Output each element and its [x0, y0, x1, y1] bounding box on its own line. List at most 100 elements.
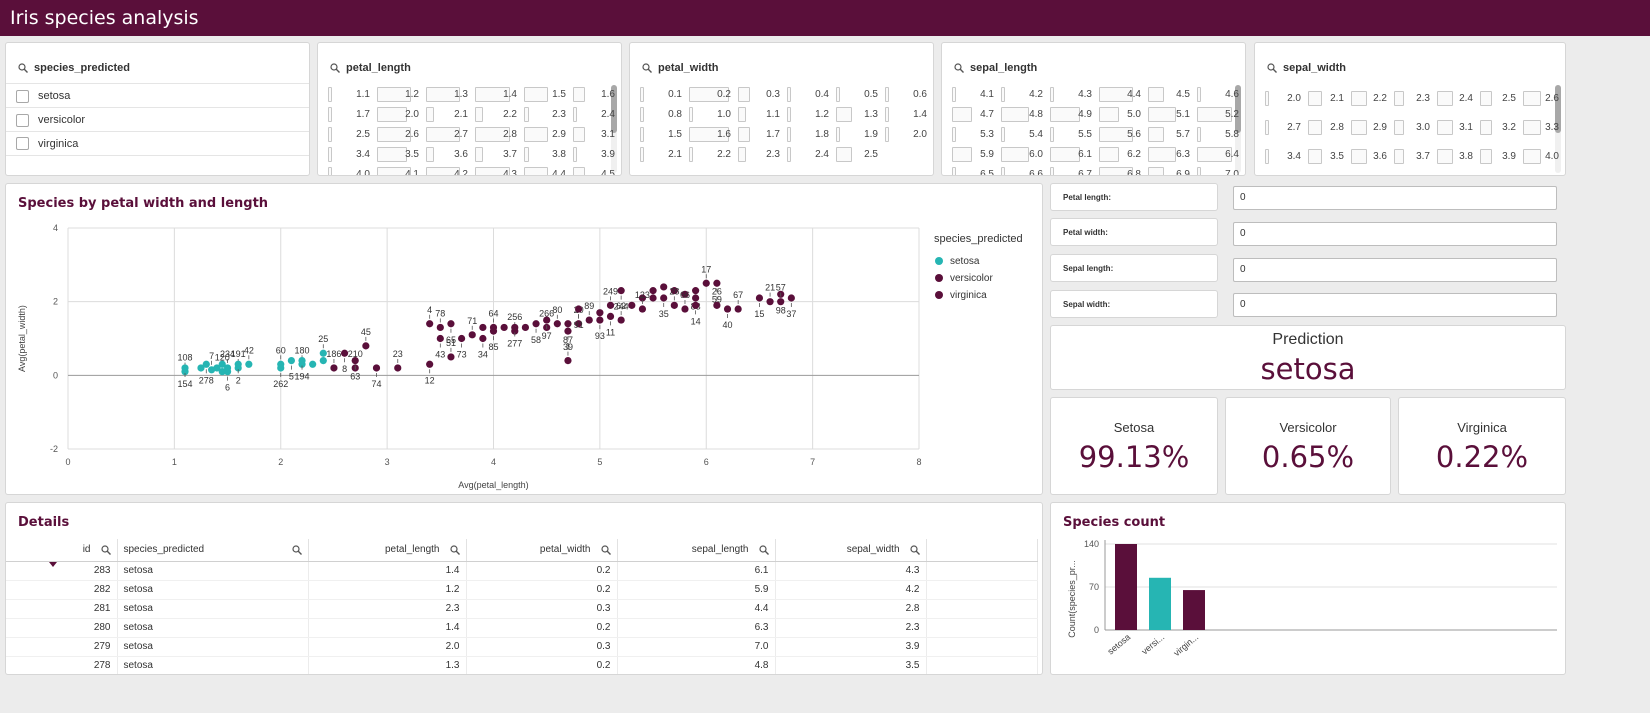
filter-value-cell[interactable]: 2.0: [885, 126, 930, 143]
filter-value-cell[interactable]: 2.1: [640, 146, 685, 163]
filter-value-cell[interactable]: 4.3: [1050, 86, 1095, 103]
filter-value-cell[interactable]: 2.0: [1265, 90, 1304, 107]
filter-value-cell[interactable]: 4.5: [1148, 86, 1193, 103]
filter-header[interactable]: sepal_length: [954, 59, 1037, 77]
filter-value-cell[interactable]: 1.8: [787, 126, 832, 143]
filter-value-cell[interactable]: 5.7: [1148, 126, 1193, 143]
filter-value-cell[interactable]: 2.6: [1523, 90, 1562, 107]
species-count-chart[interactable]: 0 70 140 Count(species_pr...setosa versi... v…: [1051, 503, 1565, 674]
filter-value-cell[interactable]: 3.7: [475, 146, 520, 163]
species-option-virginica[interactable]: virginica: [6, 131, 309, 156]
search-icon[interactable]: [909, 545, 920, 555]
filter-value-cell[interactable]: 4.4: [524, 166, 569, 175]
filter-value-cell[interactable]: 0.5: [836, 86, 881, 103]
sort-descending-icon[interactable]: [49, 562, 57, 568]
species-option-versicolor[interactable]: versicolor: [6, 107, 309, 132]
filter-value-cell[interactable]: 1.4: [475, 86, 520, 103]
filter-value-cell[interactable]: 2.6: [377, 126, 422, 143]
filter-value-cell[interactable]: 3.1: [1437, 119, 1476, 136]
filter-header[interactable]: species_predicted: [18, 59, 130, 77]
filter-value-cell[interactable]: 1.1: [738, 106, 783, 123]
filter-value-cell[interactable]: 5.9: [952, 146, 997, 163]
filter-value-cell[interactable]: 3.1: [573, 126, 618, 143]
checkbox[interactable]: [16, 113, 29, 127]
filter-value-cell[interactable]: 5.4: [1001, 126, 1046, 143]
filter-value-cell[interactable]: 6.8: [1099, 166, 1144, 175]
filter-value-cell[interactable]: 4.2: [1001, 86, 1046, 103]
filter-value-cell[interactable]: 2.2: [1351, 90, 1390, 107]
filter-value-cell[interactable]: 1.6: [689, 126, 734, 143]
filter-value-cell[interactable]: 4.9: [1050, 106, 1095, 123]
filter-value-cell[interactable]: 6.9: [1148, 166, 1193, 175]
filter-value-cell[interactable]: 4.1: [952, 86, 997, 103]
filter-value-cell[interactable]: 0.1: [640, 86, 685, 103]
filter-value-cell[interactable]: 3.6: [426, 146, 471, 163]
column-header-species[interactable]: species_predicted: [117, 539, 309, 562]
filter-value-cell[interactable]: 2.1: [426, 106, 471, 123]
filter-value-cell[interactable]: 3.8: [524, 146, 569, 163]
filter-value-cell[interactable]: 3.7: [1394, 148, 1433, 165]
filter-value-cell[interactable]: 2.4: [787, 146, 832, 163]
petal-width-input[interactable]: 0: [1233, 222, 1557, 246]
table-row[interactable]: 278 setosa 1.3 0.2 4.8 3.5: [6, 656, 1038, 674]
filter-value-cell[interactable]: 2.2: [689, 146, 734, 163]
filter-value-cell[interactable]: 2.5: [1480, 90, 1519, 107]
filter-value-cell[interactable]: 2.3: [524, 106, 569, 123]
filter-value-cell[interactable]: 5.6: [1099, 126, 1144, 143]
filter-value-cell[interactable]: 2.3: [1394, 90, 1433, 107]
filter-value-cell[interactable]: 2.7: [426, 126, 471, 143]
filter-value-cell[interactable]: 4.0: [328, 166, 373, 175]
species-option-setosa[interactable]: setosa: [6, 83, 309, 108]
filter-value-cell[interactable]: 2.8: [1308, 119, 1347, 136]
filter-value-cell[interactable]: 6.4: [1197, 146, 1242, 163]
table-row[interactable]: 281 setosa 2.3 0.3 4.4 2.8: [6, 599, 1038, 619]
table-row[interactable]: 280 setosa 1.4 0.2 6.3 2.3: [6, 618, 1038, 638]
table-row[interactable]: 283 setosa 1.4 0.2 6.1 4.3: [6, 561, 1038, 581]
column-header-petal-width[interactable]: petal_width: [466, 539, 618, 562]
filter-value-cell[interactable]: 4.3: [475, 166, 520, 175]
filter-value-cell[interactable]: 3.5: [1308, 148, 1347, 165]
filter-value-cell[interactable]: 4.1: [377, 166, 422, 175]
filter-value-cell[interactable]: 3.4: [1265, 148, 1304, 165]
filter-value-cell[interactable]: 6.1: [1050, 146, 1095, 163]
filter-header[interactable]: petal_width: [642, 59, 719, 77]
filter-value-cell[interactable]: 5.3: [952, 126, 997, 143]
filter-value-cell[interactable]: 4.8: [1001, 106, 1046, 123]
filter-value-cell[interactable]: 2.5: [836, 146, 881, 163]
column-header-id[interactable]: id: [6, 539, 118, 562]
column-header-sepal-length[interactable]: sepal_length: [617, 539, 776, 562]
filter-value-cell[interactable]: 5.5: [1050, 126, 1095, 143]
search-icon[interactable]: [449, 545, 460, 555]
filter-value-cell[interactable]: 0.3: [738, 86, 783, 103]
filter-value-cell[interactable]: 6.6: [1001, 166, 1046, 175]
filter-value-cell[interactable]: 1.7: [328, 106, 373, 123]
filter-value-cell[interactable]: 3.6: [1351, 148, 1390, 165]
filter-value-cell[interactable]: 6.0: [1001, 146, 1046, 163]
filter-value-cell[interactable]: 1.7: [738, 126, 783, 143]
filter-value-cell[interactable]: 6.5: [952, 166, 997, 175]
filter-value-cell[interactable]: 2.1: [1308, 90, 1347, 107]
filter-value-cell[interactable]: 0.4: [787, 86, 832, 103]
scatter-chart[interactable]: 0 1 2 3 4 5 6 7 8-2024Avg(petal_length)Avg(petal…: [6, 184, 1042, 494]
filter-value-cell[interactable]: 1.3: [426, 86, 471, 103]
filter-value-cell[interactable]: 3.3: [1523, 119, 1562, 136]
sepal-length-input[interactable]: 0: [1233, 258, 1557, 282]
filter-value-cell[interactable]: 5.8: [1197, 126, 1242, 143]
filter-value-cell[interactable]: 1.5: [524, 86, 569, 103]
checkbox[interactable]: [16, 137, 29, 150]
filter-value-cell[interactable]: 5.0: [1099, 106, 1144, 123]
filter-value-cell[interactable]: 3.5: [377, 146, 422, 163]
filter-value-cell[interactable]: 0.8: [640, 106, 685, 123]
filter-value-cell[interactable]: 0.6: [885, 86, 930, 103]
column-header-petal-length[interactable]: petal_length: [308, 539, 467, 562]
filter-value-cell[interactable]: 0.2: [689, 86, 734, 103]
search-icon[interactable]: [291, 545, 302, 555]
filter-value-cell[interactable]: 1.3: [836, 106, 881, 123]
column-header-sepal-width[interactable]: sepal_width: [775, 539, 927, 562]
filter-value-cell[interactable]: 2.8: [475, 126, 520, 143]
sepal-width-input[interactable]: 0: [1233, 293, 1557, 317]
search-icon[interactable]: [1267, 63, 1277, 73]
filter-value-cell[interactable]: 2.5: [328, 126, 373, 143]
filter-value-cell[interactable]: 3.8: [1437, 148, 1476, 165]
search-icon[interactable]: [758, 545, 769, 555]
